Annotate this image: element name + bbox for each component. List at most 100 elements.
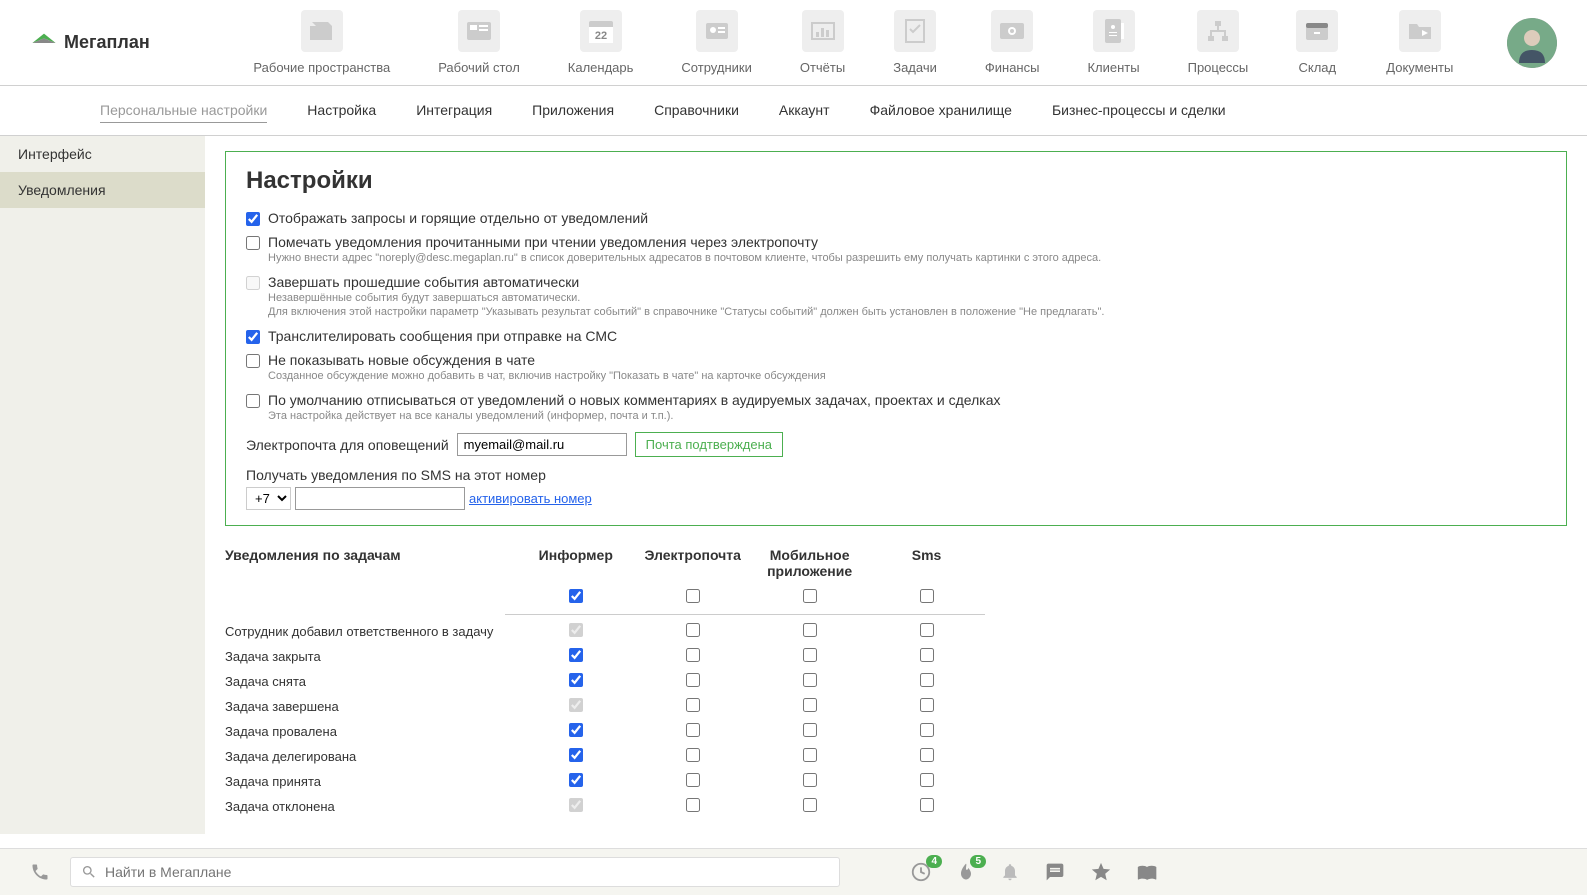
search-input[interactable] [105, 864, 829, 880]
sidebar-notifications[interactable]: Уведомления [0, 172, 205, 208]
table-row: Задача завершена [225, 694, 985, 719]
nav-employees[interactable]: Сотрудники [681, 10, 751, 75]
notif-checkbox[interactable] [569, 648, 583, 662]
star-icon[interactable] [1090, 861, 1112, 883]
subnav-refs[interactable]: Справочники [654, 98, 739, 123]
notif-checkbox[interactable] [686, 623, 700, 637]
phone-input[interactable] [295, 487, 465, 510]
notif-checkbox[interactable] [920, 723, 934, 737]
setting-check-1[interactable] [246, 212, 260, 226]
finance-icon [991, 10, 1033, 52]
nav-finance[interactable]: Финансы [985, 10, 1040, 75]
nav-calendar[interactable]: 22Календарь [568, 10, 634, 75]
notif-checkbox[interactable] [803, 723, 817, 737]
logo[interactable]: Мегаплан [30, 29, 150, 57]
subnav-bp[interactable]: Бизнес-процессы и сделки [1052, 98, 1226, 123]
notif-checkbox[interactable] [920, 673, 934, 687]
warehouse-icon [1296, 10, 1338, 52]
activate-number-link[interactable]: активировать номер [469, 491, 592, 506]
check-cell [751, 673, 868, 690]
setting-check-5[interactable] [246, 354, 260, 368]
notif-checkbox[interactable] [569, 673, 583, 687]
notif-checkbox[interactable] [803, 589, 817, 603]
setting-hint: Нужно внести адрес "noreply@desc.megapla… [268, 252, 1546, 264]
setting-check-6[interactable] [246, 394, 260, 408]
processes-icon [1197, 10, 1239, 52]
subnav-personal[interactable]: Персональные настройки [100, 98, 267, 123]
notif-checkbox[interactable] [686, 798, 700, 812]
notif-checkbox[interactable] [803, 623, 817, 637]
notif-checkbox[interactable] [920, 623, 934, 637]
notif-checkbox[interactable] [686, 723, 700, 737]
notif-checkbox[interactable] [569, 748, 583, 762]
nav-desktop[interactable]: Рабочий стол [438, 10, 520, 75]
setting-label: По умолчанию отписываться от уведомлений… [268, 392, 1001, 408]
check-cell [517, 589, 634, 606]
settings-box: Настройки Отображать запросы и горящие о… [225, 151, 1567, 526]
chat-icon[interactable] [1044, 862, 1066, 882]
notif-checkbox[interactable] [803, 648, 817, 662]
search-box[interactable] [70, 857, 840, 887]
notif-checkbox[interactable] [920, 589, 934, 603]
notif-checkbox[interactable] [920, 648, 934, 662]
subnav-integration[interactable]: Интеграция [416, 98, 492, 123]
row-label: Задача снята [225, 674, 517, 689]
notif-checkbox[interactable] [569, 773, 583, 787]
user-avatar[interactable] [1507, 18, 1557, 68]
notif-checkbox[interactable] [569, 589, 583, 603]
subnav-storage[interactable]: Файловое хранилище [870, 98, 1012, 123]
notif-checkbox[interactable] [803, 748, 817, 762]
nav-documents[interactable]: Документы [1386, 10, 1453, 75]
notif-checkbox[interactable] [686, 648, 700, 662]
nav-workspaces[interactable]: Рабочие пространства [253, 10, 390, 75]
employees-icon [696, 10, 738, 52]
subnav-apps[interactable]: Приложения [532, 98, 614, 123]
col-header: Мобильное приложение [751, 547, 868, 579]
setting-row: По умолчанию отписываться от уведомлений… [246, 392, 1546, 408]
nav-label: Задачи [893, 60, 937, 75]
check-cell [751, 623, 868, 640]
notif-checkbox[interactable] [686, 698, 700, 712]
notif-checkbox[interactable] [569, 723, 583, 737]
subnav-settings[interactable]: Настройка [307, 98, 376, 123]
clock-icon[interactable]: 4 [910, 861, 932, 883]
bell-icon[interactable] [1000, 861, 1020, 883]
email-row: Электропочта для оповещений Почта подтве… [246, 432, 1546, 457]
check-cell [517, 698, 634, 715]
phone-prefix-select[interactable]: +7 [246, 487, 291, 510]
check-cell [517, 748, 634, 765]
notif-checkbox[interactable] [803, 673, 817, 687]
notif-checkbox[interactable] [686, 773, 700, 787]
sidebar-interface[interactable]: Интерфейс [0, 136, 205, 172]
notif-checkbox[interactable] [686, 589, 700, 603]
notif-checkbox[interactable] [920, 748, 934, 762]
notif-checkbox[interactable] [686, 748, 700, 762]
notif-checkbox[interactable] [920, 698, 934, 712]
check-cell [751, 773, 868, 790]
table-row: Задача принята [225, 769, 985, 794]
check-cell [868, 623, 985, 640]
notif-checkbox[interactable] [803, 798, 817, 812]
table-separator [505, 614, 985, 615]
notification-table: Уведомления по задачам Информер Электроп… [225, 541, 985, 819]
phone-icon[interactable] [30, 862, 50, 882]
nav-tasks[interactable]: Задачи [893, 10, 937, 75]
nav-warehouse[interactable]: Склад [1296, 10, 1338, 75]
notif-checkbox[interactable] [803, 698, 817, 712]
notif-checkbox[interactable] [686, 673, 700, 687]
nav-reports[interactable]: Отчёты [800, 10, 845, 75]
email-input[interactable] [457, 433, 627, 456]
subnav-account[interactable]: Аккаунт [779, 98, 830, 123]
table-title: Уведомления по задачам [225, 547, 517, 579]
notif-checkbox[interactable] [803, 773, 817, 787]
book-icon[interactable] [1136, 862, 1158, 882]
check-cell [517, 798, 634, 815]
search-icon [81, 864, 97, 880]
setting-check-2[interactable] [246, 236, 260, 250]
notif-checkbox[interactable] [920, 773, 934, 787]
nav-processes[interactable]: Процессы [1188, 10, 1249, 75]
setting-check-4[interactable] [246, 330, 260, 344]
fire-icon[interactable]: 5 [956, 861, 976, 883]
notif-checkbox[interactable] [920, 798, 934, 812]
nav-clients[interactable]: Клиенты [1087, 10, 1139, 75]
